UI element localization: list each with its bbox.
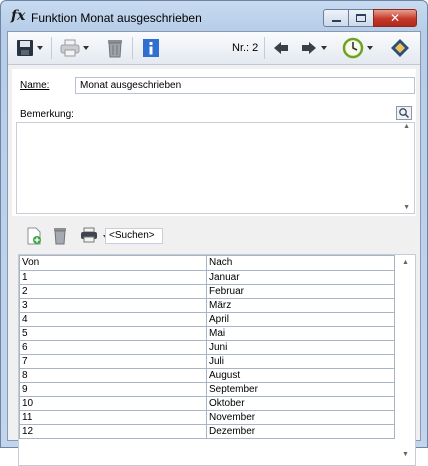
record-number: Nr.: 2 bbox=[232, 42, 259, 54]
info-button[interactable] bbox=[142, 37, 160, 59]
main-toolbar: Nr.: 2 bbox=[8, 32, 420, 65]
print-dropdown-icon bbox=[83, 46, 89, 50]
remark-scroll-up-icon[interactable]: ▲ bbox=[403, 123, 410, 130]
table-row[interactable]: 1 Januar bbox=[19, 270, 395, 285]
table-row[interactable]: 9 September bbox=[19, 382, 395, 397]
remark-scroll-down-icon[interactable]: ▼ bbox=[403, 204, 410, 211]
cell-nach[interactable]: November bbox=[206, 410, 395, 425]
prev-icon bbox=[274, 42, 288, 54]
table-row[interactable]: 7 Juli bbox=[19, 354, 395, 369]
close-button[interactable]: ✕ bbox=[373, 9, 417, 27]
cell-nach[interactable]: Februar bbox=[206, 284, 395, 299]
history-button[interactable] bbox=[342, 37, 373, 59]
fx-icon: fx bbox=[11, 8, 26, 24]
table-row[interactable]: 3 März bbox=[19, 298, 395, 313]
name-label: Name: bbox=[20, 80, 50, 91]
cell-von[interactable]: 10 bbox=[19, 396, 207, 411]
cell-nach[interactable]: April bbox=[206, 312, 395, 327]
client-area: Nr.: 2 Name: Monat ausgeschrieben Bemerk… bbox=[7, 31, 421, 466]
delete-button[interactable] bbox=[106, 37, 124, 59]
new-row-icon[interactable] bbox=[26, 227, 42, 245]
cell-von[interactable]: 2 bbox=[19, 284, 207, 299]
cell-von[interactable]: 1 bbox=[19, 270, 207, 285]
zoom-editor-icon[interactable] bbox=[396, 106, 412, 120]
title-bar[interactable]: fx Funktion Monat ausgeschrieben ✕ bbox=[1, 1, 427, 31]
name-input[interactable]: Monat ausgeschrieben bbox=[75, 77, 415, 94]
table-row[interactable]: 8 August bbox=[19, 368, 395, 383]
save-button[interactable] bbox=[16, 37, 43, 59]
table-row[interactable]: 2 Februar bbox=[19, 284, 395, 299]
table-row[interactable]: 10 Oktober bbox=[19, 396, 395, 411]
save-icon bbox=[17, 40, 33, 56]
grid-header-row: Von Nach bbox=[19, 255, 395, 271]
table-row[interactable]: 6 Juni bbox=[19, 340, 395, 355]
grid-scrollbar[interactable]: ▲ ▼ bbox=[395, 255, 415, 465]
cell-nach[interactable]: März bbox=[206, 298, 395, 313]
cell-nach[interactable]: Juli bbox=[206, 354, 395, 369]
cell-von[interactable]: 12 bbox=[19, 424, 207, 439]
cell-von[interactable]: 8 bbox=[19, 368, 207, 383]
form-area: Name: Monat ausgeschrieben Bemerkung: ▲ … bbox=[12, 69, 416, 216]
next-button[interactable] bbox=[300, 37, 327, 59]
table-row[interactable]: 4 April bbox=[19, 312, 395, 327]
cell-von[interactable]: 5 bbox=[19, 326, 207, 341]
grid-scroll-down-icon[interactable]: ▼ bbox=[402, 451, 409, 458]
cell-von[interactable]: 6 bbox=[19, 340, 207, 355]
table-row[interactable]: 11 November bbox=[19, 410, 395, 425]
delete-row-icon[interactable] bbox=[52, 227, 68, 245]
cell-nach[interactable]: Dezember bbox=[206, 424, 395, 439]
grid-toolbar: <Suchen> bbox=[12, 224, 416, 250]
toolbar-separator bbox=[132, 37, 133, 59]
delete-icon bbox=[108, 40, 122, 58]
save-dropdown-icon bbox=[37, 46, 43, 50]
data-grid: Von Nach 1 Januar 2 Februar 3 März 4 April 5 Mai 6… bbox=[18, 254, 416, 466]
maximize-button[interactable] bbox=[348, 9, 374, 27]
grid-table: Von Nach 1 Januar 2 Februar 3 März 4 April 5 Mai 6… bbox=[19, 255, 395, 439]
next-icon bbox=[302, 42, 316, 54]
close-icon: ✕ bbox=[389, 11, 401, 25]
table-row[interactable]: 12 Dezember bbox=[19, 424, 395, 439]
cell-von[interactable]: 11 bbox=[19, 410, 207, 425]
history-icon bbox=[342, 37, 364, 59]
minimize-icon bbox=[331, 20, 341, 22]
column-header-von[interactable]: Von bbox=[19, 255, 207, 271]
remark-textarea[interactable] bbox=[16, 122, 415, 214]
window-title: Funktion Monat ausgeschrieben bbox=[31, 11, 202, 25]
maximize-icon bbox=[356, 14, 366, 22]
cell-von[interactable]: 7 bbox=[19, 354, 207, 369]
remark-label: Bemerkung: bbox=[20, 109, 74, 120]
cell-nach[interactable]: Mai bbox=[206, 326, 395, 341]
cell-von[interactable]: 3 bbox=[19, 298, 207, 313]
column-header-nach[interactable]: Nach bbox=[206, 255, 395, 271]
next-dropdown-icon bbox=[321, 46, 327, 50]
grid-scroll-up-icon[interactable]: ▲ bbox=[402, 259, 409, 266]
prev-button[interactable] bbox=[272, 37, 290, 59]
minimize-button[interactable] bbox=[323, 9, 349, 27]
cell-von[interactable]: 4 bbox=[19, 312, 207, 327]
print-button[interactable] bbox=[60, 37, 89, 59]
cell-von[interactable]: 9 bbox=[19, 382, 207, 397]
search-input[interactable]: <Suchen> bbox=[105, 228, 163, 244]
cell-nach[interactable]: August bbox=[206, 368, 395, 383]
history-dropdown-icon bbox=[367, 46, 373, 50]
book-button[interactable] bbox=[389, 37, 411, 59]
info-icon bbox=[143, 39, 159, 57]
book-icon bbox=[391, 39, 409, 57]
toolbar-separator bbox=[51, 37, 52, 59]
cell-nach[interactable]: Januar bbox=[206, 270, 395, 285]
table-row[interactable]: 5 Mai bbox=[19, 326, 395, 341]
cell-nach[interactable]: Oktober bbox=[206, 396, 395, 411]
toolbar-separator bbox=[264, 37, 265, 59]
window: fx Funktion Monat ausgeschrieben ✕ Nr.: … bbox=[0, 0, 428, 466]
cell-nach[interactable]: Juni bbox=[206, 340, 395, 355]
grid-print-icon[interactable] bbox=[80, 227, 98, 243]
print-icon bbox=[60, 39, 80, 57]
cell-nach[interactable]: September bbox=[206, 382, 395, 397]
window-controls: ✕ bbox=[323, 9, 417, 27]
